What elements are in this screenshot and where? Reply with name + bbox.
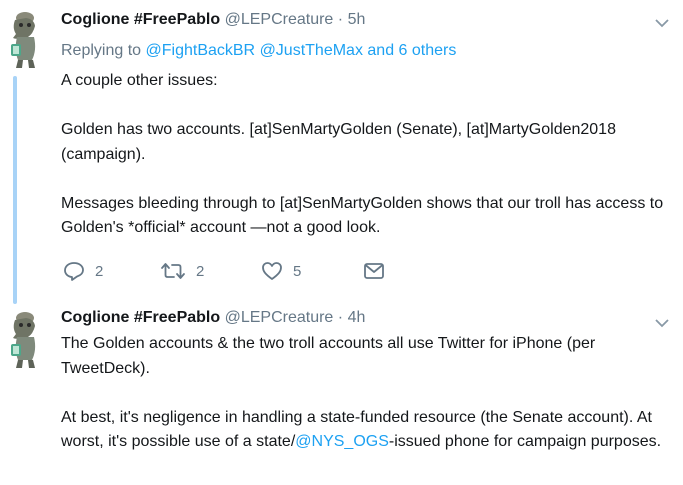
mention-link[interactable]: @FightBackBR: [146, 42, 256, 59]
author-name[interactable]: Coglione #FreePablo: [61, 309, 220, 326]
tweet-paragraph: At best, it's negligence in handling a s…: [61, 406, 676, 455]
tweet-header: Coglione #FreePablo @LEPCreature · 4h: [61, 308, 365, 328]
tweet-paragraph: The Golden accounts & the two troll acco…: [61, 335, 596, 377]
tweet-paragraph: Messages bleeding through to [at]SenMart…: [61, 194, 664, 237]
heart-icon: [261, 261, 283, 281]
replying-to: Replying to @FightBackBR @JustTheMax and…: [61, 41, 456, 61]
tweet-text: A couple other issues: Golden has two ac…: [61, 69, 676, 241]
tweet-paragraph: A couple other issues:: [61, 72, 218, 89]
author-handle[interactable]: @LEPCreature: [225, 309, 334, 326]
thread-line: [13, 76, 17, 304]
retweet-icon: [160, 262, 186, 280]
reply-count: 2: [95, 262, 104, 280]
mention-link[interactable]: @NYS_OGS: [295, 433, 389, 450]
mention-link[interactable]: @JustTheMax: [260, 42, 363, 59]
tweet-header: Coglione #FreePablo @LEPCreature · 5h: [61, 10, 365, 30]
replying-prefix: Replying to: [61, 42, 142, 59]
tweet-paragraph: Golden has two accounts. [at]SenMartyGol…: [61, 121, 616, 163]
chevron-down-icon[interactable]: [655, 15, 669, 28]
tweet-text-segment: -issued phone for campaign purposes.: [388, 433, 662, 450]
tweet[interactable]: Coglione #FreePablo @LEPCreature · 4h Th…: [0, 302, 683, 485]
separator: ·: [337, 309, 344, 326]
author-handle[interactable]: @LEPCreature: [225, 11, 334, 28]
retweet-count: 2: [196, 262, 205, 280]
tweet-text: The Golden accounts & the two troll acco…: [61, 332, 676, 455]
author-name[interactable]: Coglione #FreePablo: [61, 11, 220, 28]
direct-message-button[interactable]: [363, 258, 385, 284]
envelope-icon: [363, 262, 385, 280]
avatar[interactable]: [6, 310, 46, 370]
others-link[interactable]: and 6 others: [367, 42, 456, 59]
timestamp[interactable]: 4h: [348, 309, 366, 326]
separator: ·: [337, 11, 344, 28]
reply-icon: [63, 261, 85, 281]
timestamp[interactable]: 5h: [348, 11, 366, 28]
chevron-down-icon[interactable]: [655, 315, 669, 328]
like-count: 5: [293, 262, 302, 280]
avatar[interactable]: [6, 10, 46, 70]
like-button[interactable]: 5: [261, 258, 301, 284]
retweet-button[interactable]: 2: [160, 258, 204, 284]
tweet-actions: 2 2 5: [61, 258, 401, 284]
reply-button[interactable]: 2: [63, 258, 103, 284]
tweet[interactable]: Coglione #FreePablo @LEPCreature · 5h Re…: [0, 0, 683, 304]
